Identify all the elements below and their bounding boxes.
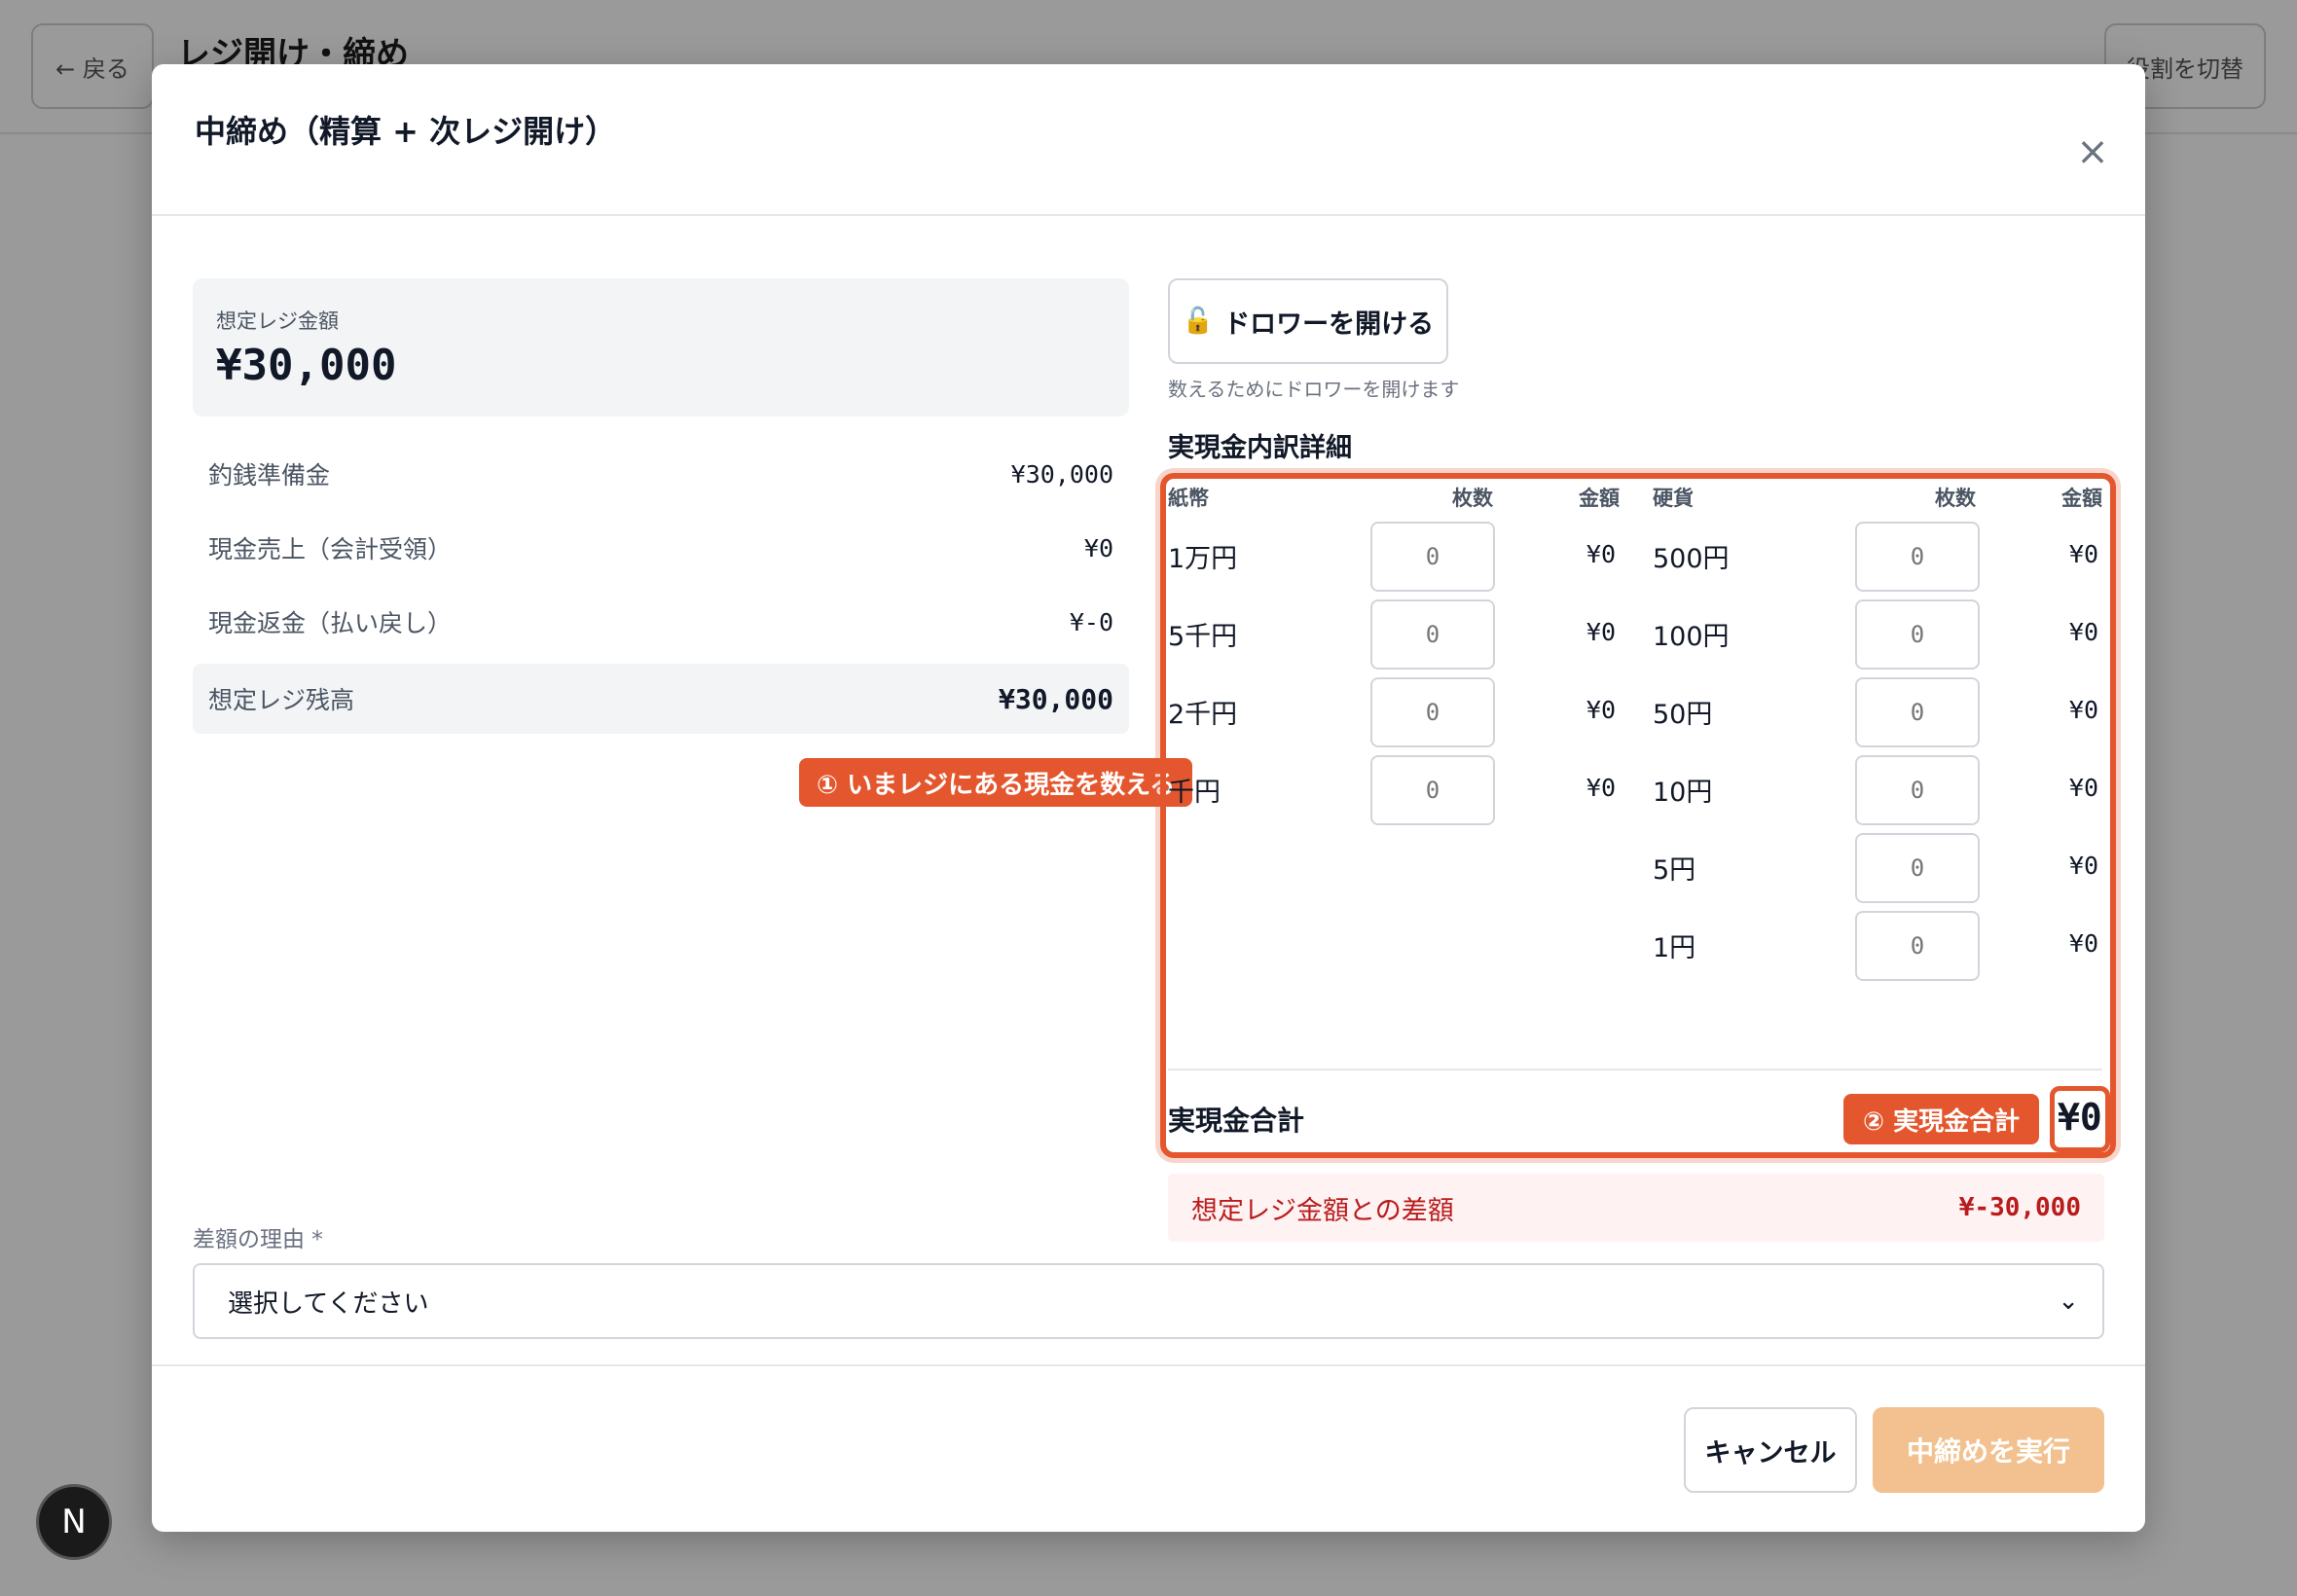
coin-count-input-10[interactable] (1855, 755, 1980, 825)
coin-label-50: 50円 (1653, 700, 1713, 730)
expected-amount-card: 想定レジ金額 ¥30,000 (193, 278, 1129, 417)
difference-value: ¥-30,000 (1958, 1193, 2081, 1222)
bill-amount-2000: ¥0 (1586, 696, 1616, 724)
coins-count-header: 枚数 (1935, 487, 1976, 510)
summary-value: ¥30,000 (998, 682, 1113, 715)
coin-amount-10: ¥0 (2068, 774, 2098, 802)
summary-label: 現金売上（会計受領） (208, 535, 453, 563)
summary-value: ¥-0 (1069, 607, 1113, 636)
bill-label-2000: 2千円 (1168, 700, 1238, 730)
bill-label-10000: 1万円 (1168, 544, 1238, 574)
bill-amount-5000: ¥0 (1586, 618, 1616, 646)
expected-amount-label: 想定レジ金額 (216, 309, 339, 333)
bill-label-5000: 5千円 (1168, 622, 1238, 652)
actual-total-value: ¥0 (2058, 1096, 2102, 1139)
bill-amount-10000: ¥0 (1586, 540, 1616, 568)
reason-selected-value: 選択してください (228, 1288, 429, 1319)
open-drawer-hint: 数えるためにドロワーを開けます (1168, 378, 1460, 401)
close-register-modal: 中締め（精算 + 次レジ開け） × 想定レジ金額 ¥30,000 釣銭準備金 ¥… (152, 64, 2145, 1532)
coins-amount-header: 金額 (2061, 487, 2102, 510)
summary-value: ¥30,000 (1010, 459, 1113, 489)
summary-row-cash-sales: 現金売上（会計受領） ¥0 (193, 513, 1129, 583)
cancel-button[interactable]: キャンセル (1684, 1407, 1857, 1493)
coin-label-1: 1円 (1653, 933, 1696, 963)
open-drawer-button[interactable]: 🔓 ドロワーを開ける (1168, 278, 1448, 364)
back-button[interactable]: ← 戻る (31, 23, 154, 109)
reason-label: 差額の理由 * (193, 1227, 323, 1252)
coin-count-input-1[interactable] (1855, 911, 1980, 981)
coin-amount-100: ¥0 (2068, 618, 2098, 646)
coin-count-input-50[interactable] (1855, 677, 1980, 747)
bill-count-input-5000[interactable] (1370, 599, 1495, 670)
summary-label: 想定レジ残高 (208, 686, 355, 714)
bill-label-1000: 千円 (1168, 778, 1221, 808)
execute-close-button[interactable]: 中締めを実行 (1873, 1407, 2104, 1493)
bills-count-header: 枚数 (1452, 487, 1493, 510)
summary-label: 釣銭準備金 (208, 461, 331, 490)
coin-amount-50: ¥0 (2068, 696, 2098, 724)
reason-select[interactable]: 選択してください ⌄ (193, 1263, 2104, 1339)
modal-title: 中締め（精算 + 次レジ開け） (195, 113, 617, 150)
annotation-count-cash: ① いまレジにある現金を数える (799, 758, 1193, 807)
coins-header: 硬貨 (1653, 487, 1694, 510)
summary-value: ¥0 (1083, 533, 1113, 562)
coin-count-input-100[interactable] (1855, 599, 1980, 670)
cash-breakdown-title: 実現金内訳詳細 (1168, 433, 1352, 463)
summary-row-cash-refunds: 現金返金（払い戻し） ¥-0 (193, 587, 1129, 657)
chevron-down-icon: ⌄ (2058, 1287, 2079, 1316)
next-dev-indicator-icon[interactable]: N (36, 1484, 112, 1560)
annotation-actual-total: ② 実現金合計 (1843, 1094, 2040, 1144)
bill-count-input-1000[interactable] (1370, 755, 1495, 825)
open-drawer-label: ドロワーを開ける (1223, 308, 1435, 340)
coin-label-100: 100円 (1653, 622, 1730, 652)
summary-row-expected-balance: 想定レジ残高 ¥30,000 (193, 664, 1129, 734)
close-icon[interactable]: × (2073, 132, 2112, 171)
coin-label-10: 10円 (1653, 778, 1713, 808)
unlock-icon: 🔓 (1182, 307, 1215, 336)
breakdown-divider (1168, 1069, 2102, 1070)
coin-amount-1: ¥0 (2068, 929, 2098, 958)
coin-label-500: 500円 (1653, 544, 1730, 574)
coin-amount-500: ¥0 (2068, 540, 2098, 568)
coin-count-input-5[interactable] (1855, 833, 1980, 903)
bill-count-input-10000[interactable] (1370, 522, 1495, 592)
difference-row: 想定レジ金額との差額 ¥-30,000 (1168, 1174, 2104, 1242)
bill-count-input-2000[interactable] (1370, 677, 1495, 747)
bills-amount-header: 金額 (1579, 487, 1620, 510)
summary-row-change-fund: 釣銭準備金 ¥30,000 (193, 439, 1129, 509)
coin-count-input-500[interactable] (1855, 522, 1980, 592)
coin-amount-5: ¥0 (2068, 852, 2098, 880)
bill-amount-1000: ¥0 (1586, 774, 1616, 802)
actual-total-label: 実現金合計 (1168, 1105, 1305, 1137)
footer-divider (152, 1364, 2145, 1366)
coin-label-5: 5円 (1653, 855, 1696, 886)
summary-label: 現金返金（払い戻し） (208, 609, 453, 637)
expected-amount-value: ¥30,000 (216, 341, 397, 390)
bills-header: 紙幣 (1168, 487, 1209, 510)
difference-label: 想定レジ金額との差額 (1191, 1195, 1454, 1226)
header-divider (152, 214, 2145, 216)
